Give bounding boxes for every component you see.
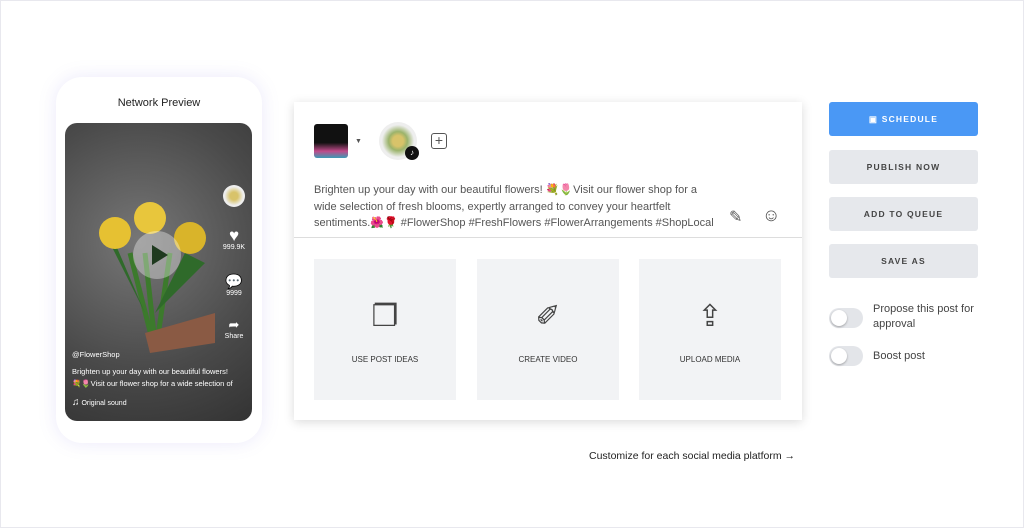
add-to-queue-button[interactable]: ADD TO QUEUE — [829, 197, 978, 231]
create-video-button[interactable]: ✐ CREATE VIDEO — [477, 259, 619, 400]
boost-post-toggle[interactable] — [829, 346, 863, 366]
tile-label: USE POST IDEAS — [351, 355, 419, 364]
comment-button[interactable]: 💬 9999 — [220, 273, 248, 297]
propose-approval-toggle[interactable] — [829, 308, 863, 328]
create-video-icon: ✐ — [535, 300, 561, 333]
music-icon: ♫ — [72, 397, 80, 408]
share-label: Share — [224, 333, 244, 340]
comment-icon: 💬 — [225, 273, 243, 289]
calendar-icon: ▣ — [868, 114, 879, 124]
tile-label: CREATE VIDEO — [518, 355, 578, 364]
tiktok-icon: ♪ — [405, 146, 419, 160]
like-button[interactable]: ♥ 999.9K — [220, 227, 248, 251]
account-selector[interactable] — [314, 124, 348, 158]
boost-post-label: Boost post — [873, 350, 925, 362]
preview-title: Network Preview — [117, 97, 201, 109]
emoji-icon[interactable]: ☺ — [762, 205, 780, 226]
video-preview: ♥ 999.9K 💬 9999 ➦ Share @FlowerShop Brighte… — [65, 123, 252, 421]
share-button[interactable]: ➦ Share — [220, 317, 248, 340]
publish-now-button[interactable]: PUBLISH NOW — [829, 150, 978, 184]
network-preview: Network Preview ♥ 999.9K 💬 9999 ➦ Share @Fl… — [56, 77, 262, 443]
schedule-label: SCHEDULE — [881, 114, 939, 124]
upload-media-button[interactable]: ⇪ UPLOAD MEDIA — [639, 259, 781, 400]
profile-avatar[interactable] — [220, 185, 248, 207]
use-post-ideas-button[interactable]: ❐ USE POST IDEAS — [314, 259, 456, 400]
save-as-button[interactable]: SAVE AS — [829, 244, 978, 278]
comment-count: 9999 — [226, 290, 242, 297]
preview-caption-2: 💐🌷Visit our flower shop for a wide selec… — [72, 379, 233, 388]
customize-link[interactable]: Customize for each social media platform… — [589, 450, 795, 462]
preview-caption-1: Brighten up your day with our beautiful … — [72, 367, 228, 376]
preview-handle: @FlowerShop — [72, 350, 120, 359]
post-text-input[interactable]: Brighten up your day with our beautiful … — [314, 182, 714, 232]
divider — [294, 237, 802, 238]
chevron-down-icon[interactable]: ▼ — [355, 138, 362, 145]
add-profile-button[interactable]: + — [431, 133, 447, 149]
tile-label: UPLOAD MEDIA — [679, 355, 741, 364]
play-button[interactable] — [133, 231, 181, 279]
heart-icon: ♥ — [228, 226, 240, 245]
post-composer: ▼ ♪ + Brighten up your day with our beau… — [294, 102, 802, 420]
magic-wand-icon[interactable]: ✎ — [729, 207, 742, 227]
sound-label: Original sound — [81, 400, 127, 407]
like-count: 999.9K — [222, 244, 246, 251]
upload-media-icon: ⇪ — [697, 300, 723, 333]
post-ideas-icon: ❐ — [371, 300, 399, 333]
sound-info: ♫ Original sound — [72, 397, 127, 410]
propose-approval-label: Propose this post for approval — [873, 303, 974, 330]
schedule-button[interactable]: ▣ SCHEDULE — [829, 102, 978, 136]
share-icon: ➦ — [228, 317, 240, 332]
